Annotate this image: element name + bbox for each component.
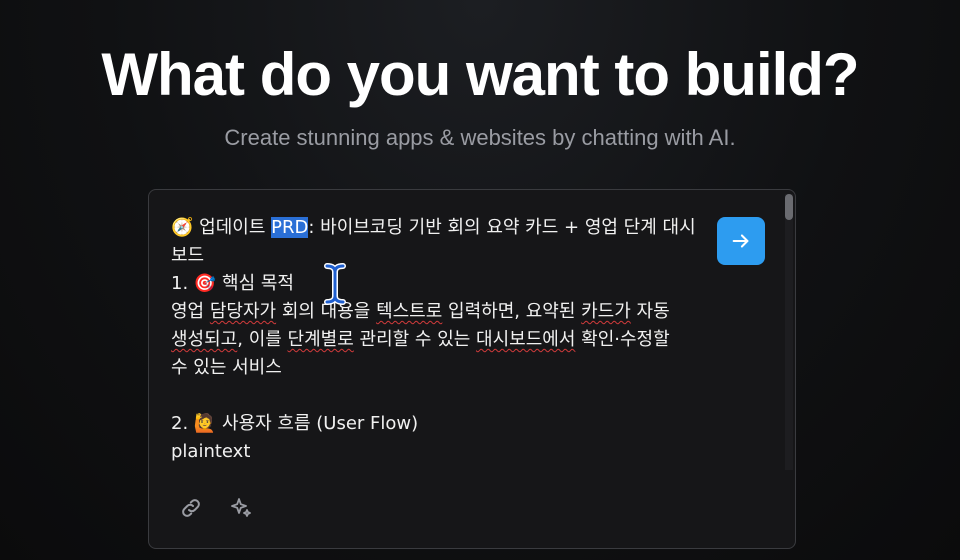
prompt-text-segment: 관리할 수 있는 bbox=[353, 329, 477, 350]
spellcheck-word: 단계별로 bbox=[287, 329, 354, 350]
prompt-text-segment: 자동 bbox=[630, 301, 670, 322]
enhance-prompt-button[interactable] bbox=[227, 494, 255, 522]
text-cursor-icon bbox=[324, 263, 346, 305]
sparkles-icon bbox=[231, 498, 251, 517]
spellcheck-word: 담당자가 bbox=[209, 301, 277, 322]
selected-text: PRD bbox=[271, 217, 309, 238]
spellcheck-word: 대시보드에서 bbox=[476, 329, 576, 350]
scrollbar-thumb[interactable] bbox=[785, 194, 793, 220]
prompt-text-line: plaintext bbox=[171, 441, 251, 462]
prompt-text-line: 1. 🎯 핵심 목적 bbox=[171, 273, 294, 294]
hero-title: What do you want to build? bbox=[101, 41, 859, 108]
prompt-text-line: 수 있는 서비스 bbox=[171, 357, 282, 378]
prompt-box[interactable]: 🧭 업데이트 PRD: 바이브코딩 기반 회의 요약 카드 + 영업 단계 대시… bbox=[148, 189, 796, 549]
prompt-text-segment: 확인·수정할 bbox=[575, 329, 670, 350]
spellcheck-word: 텍스트로 bbox=[376, 301, 443, 322]
compass-emoji: 🧭 bbox=[171, 217, 194, 238]
prompt-text-segment: 업데이트 bbox=[193, 217, 272, 238]
prompt-text-segment: , 이를 bbox=[237, 329, 288, 350]
prompt-text-line: 2. 🙋 사용자 흐름 (User Flow) bbox=[171, 413, 419, 434]
send-button[interactable] bbox=[717, 217, 765, 265]
link-icon bbox=[182, 499, 200, 517]
scrollbar-track[interactable] bbox=[785, 194, 793, 470]
prompt-text-segment: 영업 bbox=[171, 301, 210, 322]
attach-link-button[interactable] bbox=[177, 494, 205, 522]
spellcheck-word: 카드가 bbox=[581, 301, 631, 322]
prompt-toolbar bbox=[177, 494, 255, 522]
prompt-textarea[interactable]: 🧭 업데이트 PRD: 바이브코딩 기반 회의 요약 카드 + 영업 단계 대시… bbox=[171, 214, 701, 464]
spellcheck-word: 생성되고 bbox=[171, 329, 238, 350]
prompt-text-segment: 입력하면, 요약된 bbox=[442, 301, 582, 322]
arrow-right-icon bbox=[732, 234, 749, 248]
hero-subtitle: Create stunning apps & websites by chatt… bbox=[224, 125, 736, 150]
